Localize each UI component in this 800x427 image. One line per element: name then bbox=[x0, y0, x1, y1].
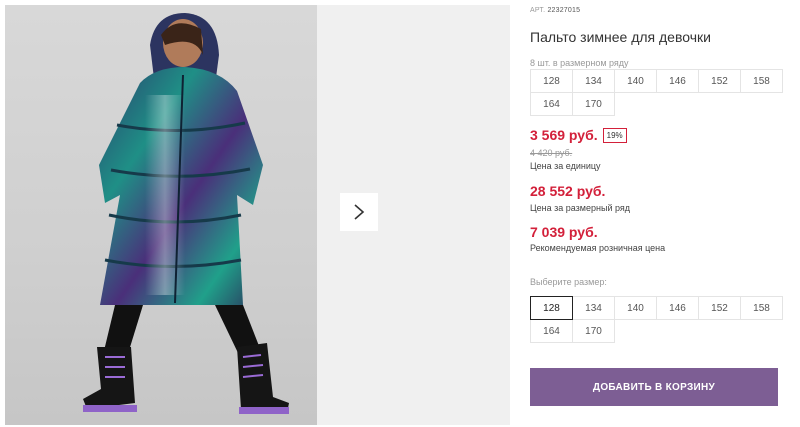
product-gallery bbox=[0, 0, 510, 427]
size-option[interactable]: 158 bbox=[740, 296, 783, 320]
chevron-right-icon bbox=[354, 204, 365, 220]
add-to-cart-button[interactable]: ДОБАВИТЬ В КОРЗИНУ bbox=[530, 368, 778, 406]
size-row-cell: 140 bbox=[614, 69, 657, 93]
discount-badge: 19% bbox=[602, 127, 627, 143]
size-option[interactable]: 140 bbox=[614, 296, 657, 320]
old-price: 4 420 руб. bbox=[530, 148, 573, 158]
size-row-cell: 128 bbox=[530, 69, 573, 93]
product-photo[interactable] bbox=[5, 5, 317, 425]
article-number: АРТ. 22327015 bbox=[530, 7, 580, 14]
size-row-grid: 128 134 140 146 152 158 164 170 bbox=[530, 69, 783, 116]
size-option[interactable]: 152 bbox=[698, 296, 741, 320]
unit-price-note: Цена за единицу bbox=[530, 161, 601, 171]
size-row-caption: 8 шт. в размерном ряду bbox=[530, 58, 629, 68]
size-option[interactable]: 164 bbox=[530, 319, 573, 343]
size-row-cell: 158 bbox=[740, 69, 783, 93]
size-row-cell: 170 bbox=[572, 92, 615, 116]
unit-price-block: 3 569 руб. 19% bbox=[530, 127, 627, 143]
size-row-cell: 134 bbox=[572, 69, 615, 93]
row-price-note: Цена за размерный ряд bbox=[530, 203, 631, 213]
size-row-cell: 146 bbox=[656, 69, 699, 93]
size-option[interactable]: 134 bbox=[572, 296, 615, 320]
product-title: Пальто зимнее для девочки bbox=[530, 29, 711, 45]
size-option[interactable]: 146 bbox=[656, 296, 699, 320]
size-option-selected[interactable]: 128 bbox=[530, 296, 573, 320]
article-label: АРТ. bbox=[530, 7, 546, 14]
row-price: 28 552 руб. bbox=[530, 183, 606, 199]
size-select-grid: 128 134 140 146 152 158 164 170 bbox=[530, 296, 783, 343]
size-row-cell: 152 bbox=[698, 69, 741, 93]
size-select-caption: Выберите размер: bbox=[530, 277, 607, 287]
article-value: 22327015 bbox=[547, 7, 581, 14]
unit-price: 3 569 руб. bbox=[530, 127, 598, 143]
retail-price: 7 039 руб. bbox=[530, 224, 598, 240]
size-row-cell: 164 bbox=[530, 92, 573, 116]
size-option[interactable]: 170 bbox=[572, 319, 615, 343]
product-photo-illustration bbox=[83, 13, 289, 414]
retail-price-note: Рекомендуемая розничная цена bbox=[530, 243, 666, 253]
gallery-next-button[interactable] bbox=[340, 193, 378, 231]
